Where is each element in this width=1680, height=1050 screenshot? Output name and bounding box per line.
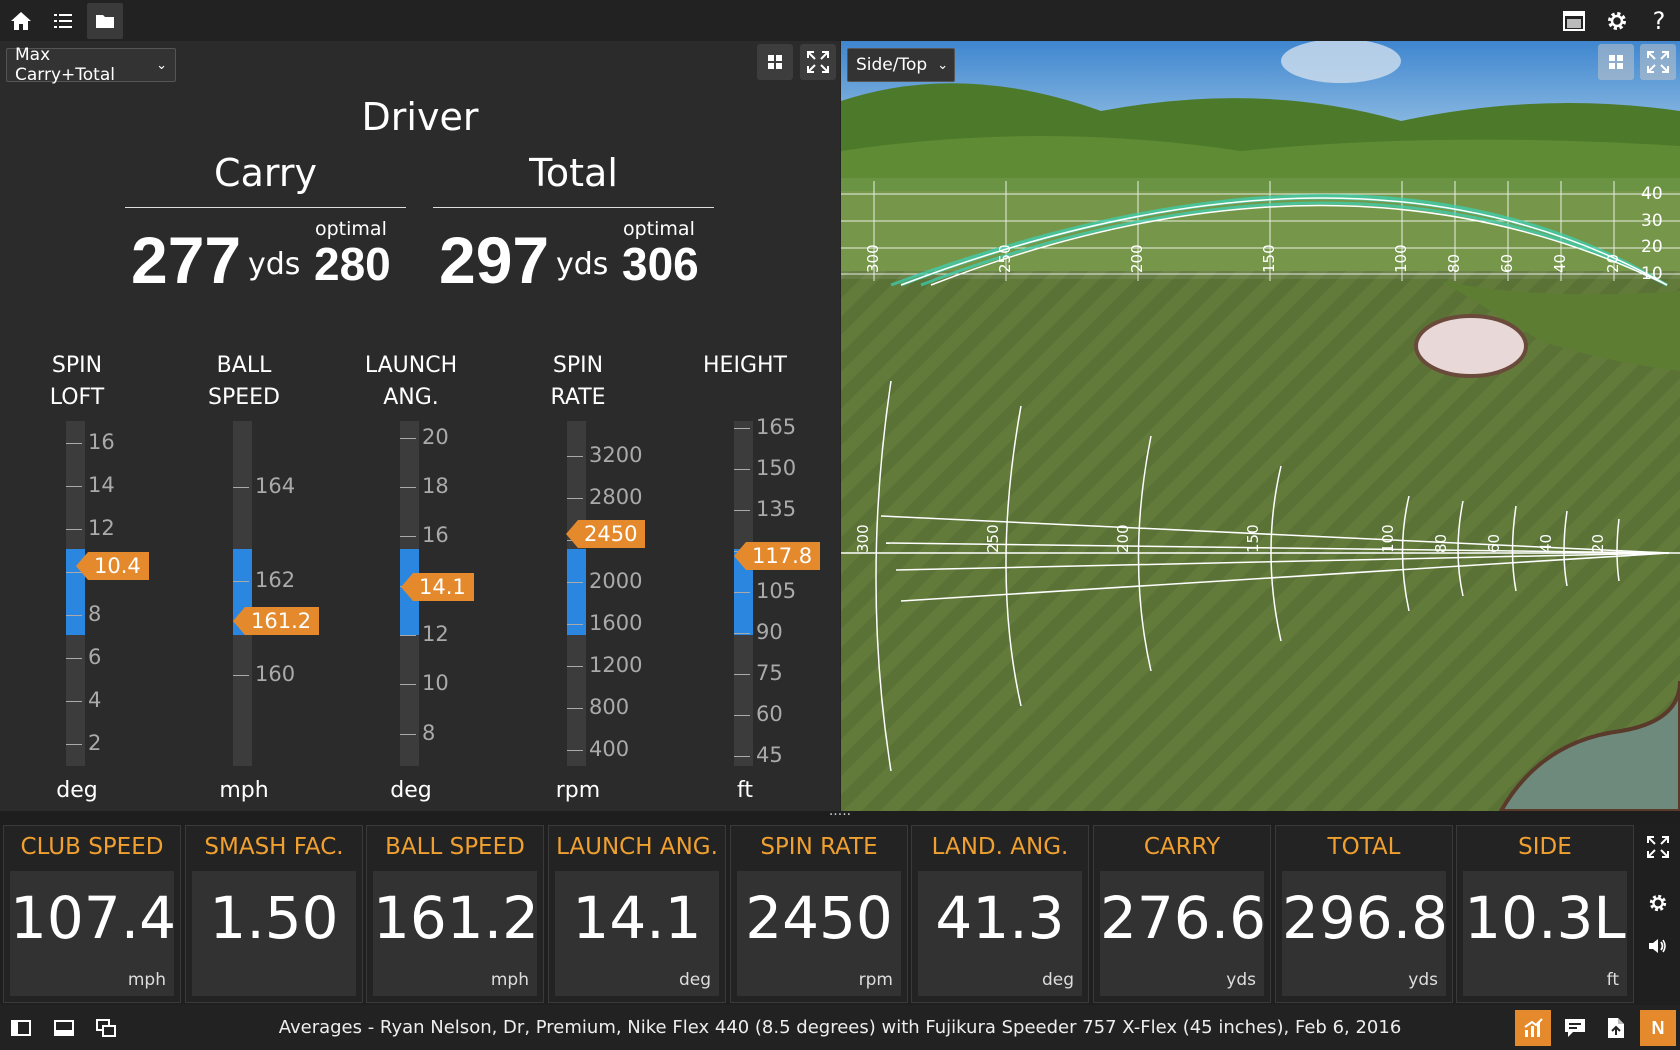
- window-icon: [1563, 11, 1585, 31]
- chart-button[interactable]: [1515, 1010, 1551, 1046]
- right-expand-button[interactable]: [1640, 44, 1676, 80]
- total-value: 297: [439, 223, 550, 297]
- total-optimal-label: optimal: [623, 218, 695, 240]
- settings-button[interactable]: [1599, 3, 1635, 39]
- left-expand-button[interactable]: [800, 44, 836, 80]
- spin-loft-marker: 10.4: [76, 552, 149, 580]
- list-button[interactable]: [45, 3, 81, 39]
- trajectory-view[interactable]: 40 30 20 10 300 250 200 150 100 80 60 40…: [841, 41, 1680, 811]
- top-toolbar: ?: [0, 0, 1680, 41]
- trajectory-view-select-value: Side/Top: [856, 55, 928, 75]
- panel-left-icon: [11, 1020, 31, 1036]
- stats-row: CLUB SPEED 107.4 mph SMASH FAC. 1.50 BALL S…: [0, 825, 1680, 1005]
- stat-card-total[interactable]: TOTAL 296.8 yds: [1275, 825, 1453, 1003]
- folder-icon: [96, 15, 114, 28]
- chevron-down-icon: ⌄: [937, 57, 949, 73]
- panel-bottom-icon: [54, 1020, 74, 1036]
- list-icon: [54, 14, 72, 28]
- stats-expand-button[interactable]: [1640, 829, 1676, 865]
- spin-loft-title: SPIN LOFT: [49, 353, 105, 410]
- total-header: Total: [529, 151, 618, 195]
- spin-rate-gauge: [567, 421, 586, 766]
- stat-card-launch-angle[interactable]: LAUNCH ANG. 14.1 deg: [548, 825, 726, 1003]
- ball-speed-title: BALL SPEED: [208, 353, 280, 410]
- help-icon: ?: [1652, 7, 1666, 35]
- spin-rate-title: SPIN RATE: [550, 353, 606, 410]
- spin-rate-unit: rpm: [555, 778, 601, 803]
- grid-icon: [768, 55, 782, 69]
- carry-optimal-label: optimal: [315, 218, 387, 240]
- gear-icon: [1608, 12, 1626, 30]
- carry-unit: yds: [248, 247, 301, 282]
- panel-splitter[interactable]: .....: [0, 803, 1680, 825]
- stat-card-ball-speed[interactable]: BALL SPEED 161.2 mph: [366, 825, 544, 1003]
- launch-angle-title: LAUNCH ANG.: [364, 353, 458, 410]
- comment-icon: [1565, 1019, 1585, 1037]
- chevron-down-icon: ⌄: [156, 57, 167, 73]
- session-description: Averages - Ryan Nelson, Dr, Premium, Nik…: [278, 1017, 1402, 1038]
- trajectory-view-select[interactable]: Side/Top ⌄: [847, 48, 955, 82]
- spin-rate-range-fill: [567, 549, 586, 635]
- profile-badge[interactable]: N: [1640, 1010, 1676, 1046]
- folder-button[interactable]: [87, 3, 123, 39]
- stat-card-carry[interactable]: CARRY 276.6 yds: [1093, 825, 1271, 1003]
- grid-icon: [1609, 55, 1623, 69]
- status-bar: Averages - Ryan Nelson, Dr, Premium, Nik…: [0, 1005, 1680, 1050]
- stats-settings-button[interactable]: [1640, 885, 1676, 921]
- course-scene: [841, 41, 1680, 811]
- window-button[interactable]: [1556, 3, 1592, 39]
- height-unit: ft: [737, 778, 753, 803]
- left-layout-button[interactable]: [757, 44, 793, 80]
- total-optimal-value: 306: [622, 238, 699, 290]
- layout-bottom-button[interactable]: [46, 1010, 82, 1046]
- expand-icon: [1647, 51, 1669, 73]
- home-icon: [11, 12, 31, 30]
- carry-header: Carry: [214, 151, 317, 195]
- stat-card-club-speed[interactable]: CLUB SPEED 107.4 mph: [3, 825, 181, 1003]
- spin-rate-marker: 2450: [565, 520, 646, 548]
- stat-card-smash-factor[interactable]: SMASH FAC. 1.50: [185, 825, 363, 1003]
- carry-divider: [125, 207, 406, 208]
- document-export-icon: [1608, 1018, 1624, 1038]
- spin-loft-unit: deg: [56, 778, 98, 803]
- splitter-grip: .....: [828, 803, 852, 819]
- right-layout-button[interactable]: [1598, 44, 1634, 80]
- windows-overlap-icon: [96, 1019, 116, 1037]
- side-view-height-labels: 40 30 20 10: [1641, 184, 1663, 284]
- stat-card-landing-angle[interactable]: LAND. ANG. 41.3 deg: [911, 825, 1089, 1003]
- launch-angle-marker: 14.1: [401, 573, 474, 601]
- ball-speed-gauge: [233, 421, 252, 766]
- ball-speed-unit: mph: [219, 778, 269, 803]
- gear-icon: [1649, 894, 1667, 912]
- stat-card-side[interactable]: SIDE 10.3L ft: [1456, 825, 1634, 1003]
- layout-overlap-button[interactable]: [88, 1010, 124, 1046]
- expand-icon: [807, 51, 829, 73]
- carry-optimal-value: 280: [314, 238, 391, 290]
- help-button[interactable]: ?: [1641, 3, 1677, 39]
- expand-icon: [1647, 836, 1669, 858]
- height-marker: 117.8: [733, 542, 821, 570]
- total-unit: yds: [556, 247, 609, 282]
- export-button[interactable]: [1598, 1010, 1634, 1046]
- layout-left-button[interactable]: [3, 1010, 39, 1046]
- stat-card-spin-rate[interactable]: SPIN RATE 2450 rpm: [730, 825, 908, 1003]
- carry-view-select[interactable]: Max Carry+Total ⌄: [6, 45, 176, 85]
- badge-label: N: [1651, 1017, 1665, 1038]
- spin-loft-gauge: [66, 421, 85, 766]
- height-title: HEIGHT: [703, 353, 787, 378]
- ball-speed-marker: 161.2: [232, 607, 320, 635]
- carry-view-select-value: Max Carry+Total: [15, 45, 115, 85]
- club-title: Driver: [361, 95, 479, 139]
- total-divider: [433, 207, 714, 208]
- left-panel: Max Carry+Total ⌄ Driver Carry 277 yds o…: [0, 41, 840, 811]
- sound-button[interactable]: [1640, 928, 1676, 964]
- comment-button[interactable]: [1557, 1010, 1593, 1046]
- launch-angle-unit: deg: [390, 778, 432, 803]
- carry-value: 277: [131, 223, 242, 297]
- chart-icon: [1524, 1018, 1543, 1037]
- speaker-icon: [1649, 939, 1666, 953]
- home-button[interactable]: [3, 3, 39, 39]
